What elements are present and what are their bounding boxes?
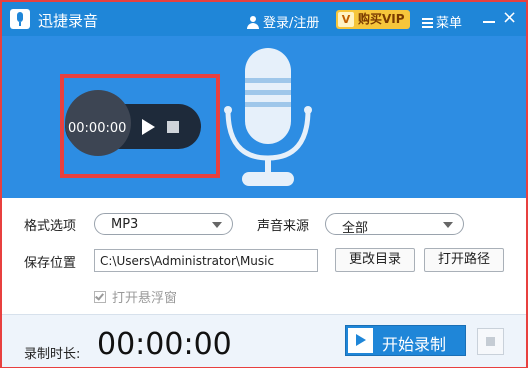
vip-label: 购买VIP <box>358 12 405 26</box>
save-path-field[interactable]: C:\Users\Administrator\Music <box>94 249 318 272</box>
highlight-box <box>60 74 220 178</box>
vip-icon: V <box>338 12 354 27</box>
menu-label: 菜单 <box>436 16 463 31</box>
menu-icon <box>422 18 433 28</box>
source-label: 声音来源 <box>257 219 310 234</box>
close-icon[interactable]: × <box>502 9 517 27</box>
recording-banner: 00:00:00 <box>2 36 526 198</box>
stop-recording-button[interactable] <box>477 328 504 355</box>
dropdown-caret-icon <box>212 222 222 228</box>
duration-value: 00:00:00 <box>97 327 232 362</box>
source-value: 全部 <box>342 221 369 236</box>
format-select[interactable]: MP3 <box>94 213 233 235</box>
float-window-option[interactable]: 打开悬浮窗 <box>94 287 177 306</box>
source-select[interactable]: 全部 <box>325 213 464 236</box>
login-label: 登录/注册 <box>263 16 320 31</box>
float-window-label: 打开悬浮窗 <box>112 291 178 306</box>
minimize-icon[interactable] <box>482 12 496 26</box>
footer-bar: 录制时长: 00:00:00 开始录制 <box>2 314 526 367</box>
start-recording-label: 开始录制 <box>382 335 447 354</box>
login-button[interactable]: 登录/注册 <box>247 12 319 31</box>
title-bar: 迅捷录音 登录/注册 V 购买VIP 菜单 × <box>2 2 526 36</box>
checkbox-icon[interactable] <box>94 291 106 303</box>
play-icon <box>348 328 373 353</box>
change-directory-button[interactable]: 更改目录 <box>335 248 415 272</box>
user-icon <box>247 16 259 29</box>
menu-button[interactable]: 菜单 <box>422 12 462 31</box>
app-logo-icon <box>10 9 30 29</box>
buy-vip-button[interactable]: V 购买VIP <box>336 10 410 29</box>
microphone-icon <box>224 48 312 186</box>
start-recording-button[interactable]: 开始录制 <box>345 325 466 356</box>
dropdown-caret-icon <box>443 222 453 228</box>
format-value: MP3 <box>111 217 139 232</box>
app-title: 迅捷录音 <box>38 12 99 30</box>
duration-label: 录制时长: <box>24 347 81 362</box>
open-path-button[interactable]: 打开路径 <box>424 248 504 272</box>
app-window: 迅捷录音 登录/注册 V 购买VIP 菜单 × 00:00:00 格式选项 MP… <box>0 0 528 368</box>
format-label: 格式选项 <box>24 219 77 234</box>
save-location-label: 保存位置 <box>24 256 77 271</box>
